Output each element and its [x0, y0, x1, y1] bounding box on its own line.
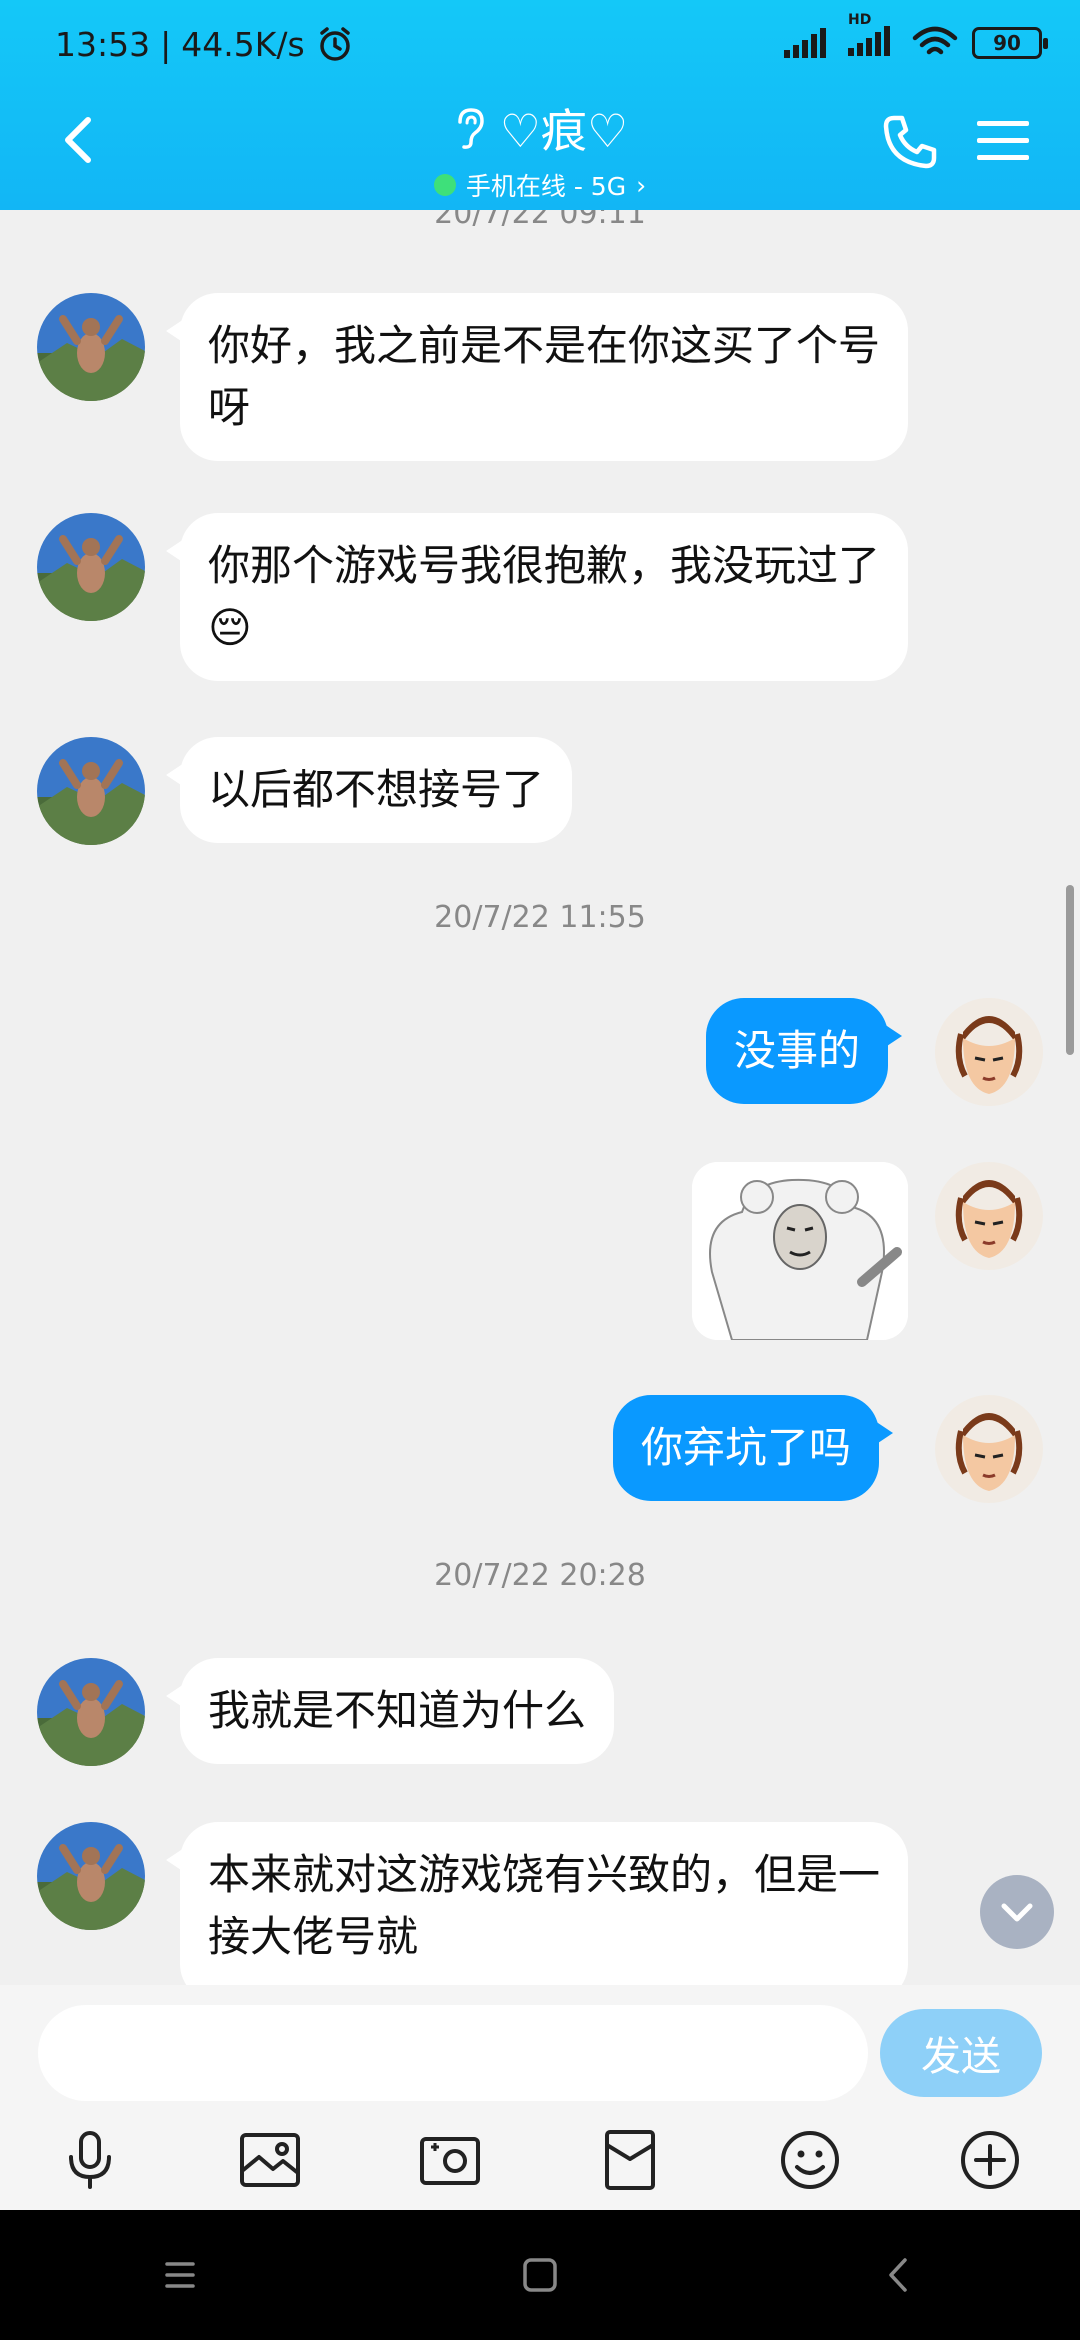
chevron-down-icon [1001, 1903, 1033, 1922]
bear-meme-sticker-icon [692, 1162, 908, 1340]
microphone-icon[interactable] [57, 2127, 123, 2193]
contact-avatar-image [37, 513, 145, 621]
red-packet-icon[interactable] [597, 2127, 663, 2193]
contact-avatar[interactable] [37, 513, 145, 621]
user-avatar-image [935, 1162, 1043, 1270]
message-bubble-in[interactable]: 你那个游戏号我很抱歉，我没玩过了 😔 [166, 513, 908, 681]
message-text: 你好，我之前是不是在你这买了个号呀 [208, 321, 881, 432]
contact-avatar-image [37, 737, 145, 845]
user-avatar[interactable] [935, 998, 1043, 1106]
chat-scroll-area[interactable]: 20/7/22 09:11 你好，我之前是不是在你这买了个号呀 你那个游戏号我很… [0, 210, 1080, 1985]
battery-indicator: 90 [972, 27, 1048, 59]
title-row: ♡痕♡ [300, 95, 780, 161]
contact-title[interactable]: ♡痕♡ 手机在线 - 5G › [300, 95, 780, 203]
user-avatar[interactable] [935, 1162, 1043, 1270]
recents-menu-icon[interactable] [155, 2250, 205, 2300]
contact-avatar-image [37, 293, 145, 401]
message-input[interactable] [38, 2005, 868, 2101]
user-avatar-image [935, 1395, 1043, 1503]
ear-icon [458, 108, 484, 149]
status-bar: 13:53 | 44.5K/s HD 90 [0, 0, 1080, 92]
presence-row: 手机在线 - 5G › [300, 167, 780, 203]
message-text: 以后都不想接号了 [208, 765, 545, 814]
message-bubble-out[interactable]: 你弃坑了吗 [613, 1395, 894, 1501]
system-back-icon[interactable] [875, 2250, 925, 2300]
message-bubble-in[interactable]: 你好，我之前是不是在你这买了个号呀 [166, 293, 908, 461]
timestamp: 20/7/22 09:11 [434, 210, 646, 231]
contact-avatar[interactable] [37, 1658, 145, 1766]
contact-name: ♡痕♡ [499, 104, 629, 158]
contact-avatar-image [37, 1658, 145, 1766]
back-arrow-icon[interactable] [50, 110, 110, 170]
pensive-face-emoji: 😔 [208, 603, 252, 652]
message-bubble-out[interactable]: 没事的 [706, 998, 903, 1104]
status-net-speed: 44.5K/s [181, 24, 305, 64]
scroll-to-bottom-button[interactable] [980, 1875, 1054, 1949]
system-nav-bar [0, 2210, 1080, 2340]
message-text: 没事的 [734, 1026, 861, 1075]
wifi-icon [912, 26, 958, 55]
message-text: 我就是不知道为什么 [208, 1686, 587, 1735]
contact-avatar[interactable] [37, 1822, 145, 1930]
signal-hd-icon [848, 26, 890, 56]
camera-icon[interactable] [417, 2127, 483, 2193]
emoji-icon[interactable] [777, 2127, 843, 2193]
presence-text: 手机在线 - 5G [465, 172, 627, 201]
message-bubble-in[interactable]: 本来就对这游戏饶有兴致的，但是一接大佬号就 [166, 1822, 908, 1985]
menu-icon[interactable] [975, 115, 1031, 167]
contact-avatar[interactable] [37, 737, 145, 845]
status-left: 13:53 | 44.5K/s [55, 24, 355, 64]
online-status-dot [433, 174, 456, 196]
user-avatar[interactable] [935, 1395, 1043, 1503]
status-right: HD 90 [784, 12, 1048, 60]
scrollbar-thumb[interactable] [1066, 885, 1074, 1055]
home-square-icon[interactable] [515, 2250, 565, 2300]
timestamp: 20/7/22 11:55 [434, 900, 646, 935]
plus-icon[interactable] [957, 2127, 1023, 2193]
hd-label: HD [848, 12, 872, 28]
contact-avatar[interactable] [37, 293, 145, 401]
signal-icon [784, 28, 826, 58]
phone-icon[interactable] [880, 112, 940, 172]
timestamp: 20/7/22 20:28 [434, 1558, 646, 1593]
chat-header: 13:53 | 44.5K/s HD 90 ♡痕♡ 手机在线 - 5G › [0, 0, 1080, 210]
user-avatar-image [935, 998, 1043, 1106]
input-area: 发送 [0, 1985, 1080, 2210]
chevron-right-icon: › [636, 170, 647, 200]
message-text: 本来就对这游戏饶有兴致的，但是一接大佬号就 [208, 1850, 881, 1961]
message-text: 你弃坑了吗 [641, 1423, 852, 1472]
message-bubble-in[interactable]: 以后都不想接号了 [165, 737, 573, 843]
message-text: 你那个游戏号我很抱歉，我没玩过了 [208, 541, 881, 590]
alarm-icon [319, 27, 350, 61]
contact-avatar-image [37, 1822, 145, 1930]
status-separator: | [160, 24, 172, 64]
send-button[interactable]: 发送 [880, 2009, 1042, 2097]
message-bubble-in[interactable]: 我就是不知道为什么 [165, 1658, 615, 1764]
signal-hd-group: HD [848, 12, 898, 60]
sticker-message[interactable] [692, 1162, 908, 1340]
input-toolbar [0, 2115, 1080, 2205]
image-icon[interactable] [237, 2127, 303, 2193]
status-time: 13:53 [55, 24, 151, 64]
